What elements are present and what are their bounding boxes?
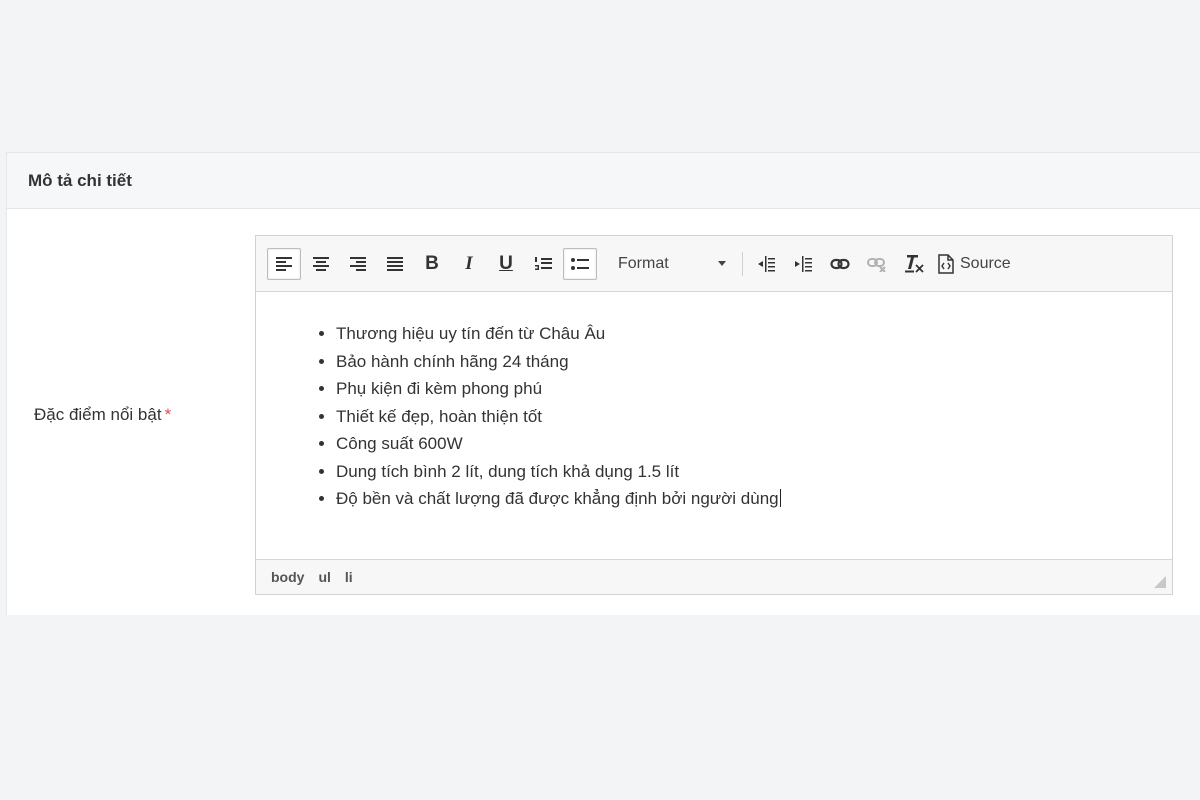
required-mark: * [164, 405, 172, 424]
list-item-text: Công suất 600W [336, 434, 463, 453]
editor-content[interactable]: Thương hiệu uy tín đến từ Châu Âu Bảo hà… [256, 292, 1172, 559]
link-button[interactable] [823, 248, 857, 280]
list-item: Dung tích bình 2 lít, dung tích khả dụng… [336, 458, 1172, 486]
toolbar-separator [742, 251, 743, 276]
increase-indent-button[interactable] [786, 248, 820, 280]
numbered-list-icon [535, 256, 552, 270]
path-ul[interactable]: ul [318, 569, 330, 585]
source-label: Source [960, 254, 1011, 272]
list-item-text: Bảo hành chính hãng 24 tháng [336, 351, 569, 371]
align-justify-icon [387, 256, 403, 271]
source-document-icon [938, 253, 954, 274]
increase-indent-icon [795, 255, 812, 272]
remove-format-button[interactable] [897, 248, 931, 280]
list-item: Phụ kiện đi kèm phong phú [336, 375, 1172, 403]
align-center-button[interactable] [304, 248, 338, 280]
list-item-text: Thiết kế đẹp, hoàn thiện tốt [336, 406, 543, 426]
format-dropdown[interactable]: Format [614, 248, 734, 280]
field-label-text: Đặc điểm nổi bật [34, 405, 162, 424]
remove-format-icon [905, 254, 924, 273]
chevron-down-icon [718, 261, 726, 266]
list-item: Thiết kế đẹp, hoàn thiện tốt [336, 403, 1172, 431]
bold-button[interactable]: B [415, 248, 449, 280]
unlink-icon [867, 257, 886, 272]
bold-icon: B [425, 252, 439, 274]
element-path-bar: body ul li [256, 559, 1172, 594]
align-right-icon [350, 256, 366, 271]
path-li[interactable]: li [345, 569, 353, 585]
decrease-indent-button[interactable] [749, 248, 783, 280]
list-item-text: Dung tích bình 2 lít, dung tích khả dụng… [336, 461, 680, 481]
bulleted-list-button[interactable] [563, 247, 597, 280]
align-center-icon [313, 256, 329, 271]
editor-toolbar: B I U Format Source [256, 236, 1172, 292]
unlink-button[interactable] [860, 248, 894, 280]
feature-list: Thương hiệu uy tín đến từ Châu Âu Bảo hà… [256, 320, 1172, 513]
field-label: Đặc điểm nổi bật * [34, 405, 171, 425]
decrease-indent-icon [758, 255, 775, 272]
resize-handle[interactable] [1154, 576, 1166, 588]
source-button[interactable]: Source [934, 248, 1015, 280]
link-icon [830, 258, 850, 269]
underline-button[interactable]: U [489, 248, 523, 280]
panel-title: Mô tả chi tiết [7, 153, 1200, 209]
align-justify-button[interactable] [378, 248, 412, 280]
list-item-text: Phụ kiện đi kèm phong phú [336, 379, 543, 398]
align-right-button[interactable] [341, 248, 375, 280]
detail-description-panel: Mô tả chi tiết Đặc điểm nổi bật * B I U … [6, 152, 1200, 615]
list-item-text: Độ bền và chất lượng đã được khẳng định … [336, 489, 779, 508]
rich-text-editor[interactable]: B I U Format Source • Thương hiệu uy tín… [255, 235, 1173, 595]
list-item: Thương hiệu uy tín đến từ Châu Âu [336, 320, 1172, 348]
list-item: Bảo hành chính hãng 24 tháng [336, 348, 1172, 376]
format-label: Format [618, 254, 669, 272]
bulleted-list-icon [571, 257, 589, 270]
numbered-list-button[interactable] [526, 248, 560, 280]
align-left-button[interactable] [267, 247, 301, 280]
list-item-text: Thương hiệu uy tín đến từ Châu Âu [336, 324, 606, 343]
list-item: Độ bền và chất lượng đã được khẳng định … [336, 485, 1172, 513]
path-body[interactable]: body [271, 569, 304, 585]
italic-button[interactable]: I [452, 248, 486, 280]
align-left-icon [276, 256, 292, 271]
list-item: Công suất 600W [336, 430, 1172, 458]
underline-icon: U [499, 252, 513, 274]
italic-icon: I [465, 252, 473, 274]
